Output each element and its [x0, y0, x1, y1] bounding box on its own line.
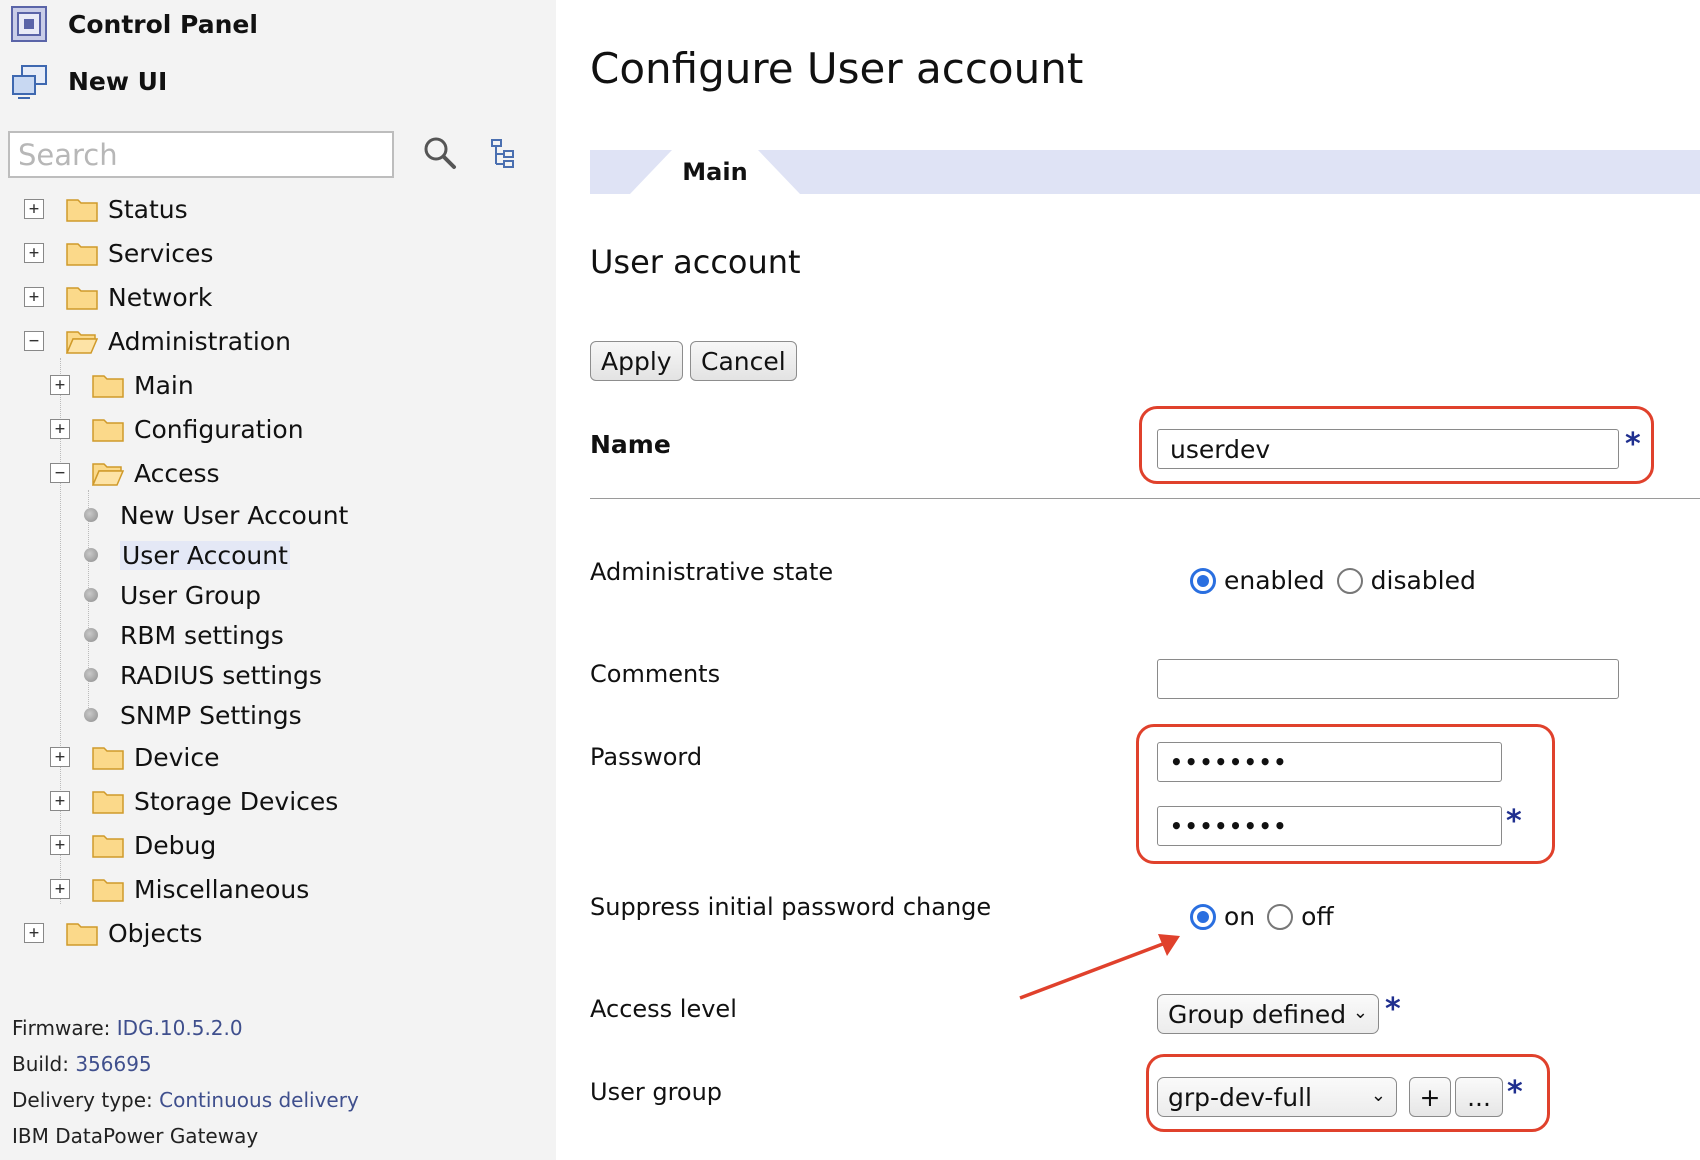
bullet-icon — [84, 508, 98, 522]
name-input[interactable]: userdev — [1157, 429, 1619, 469]
password-label: Password — [590, 743, 703, 771]
tree-leaf-snmp-settings[interactable]: SNMP Settings — [84, 697, 302, 733]
access-level-select[interactable]: Group defined ⌄ — [1157, 994, 1379, 1034]
tree-item-network[interactable]: + Network — [24, 277, 212, 317]
suppress-on-label: on — [1224, 902, 1256, 931]
expand-icon[interactable]: + — [24, 923, 44, 943]
chevron-down-icon: ⌄ — [1370, 1085, 1386, 1106]
folder-icon — [92, 747, 124, 770]
suppress-off-label: off — [1301, 902, 1334, 931]
tree-item-access[interactable]: − Access — [50, 453, 220, 493]
admin-state-enabled-label: enabled — [1224, 566, 1325, 595]
user-group-label: User group — [590, 1078, 723, 1106]
tree-item-storage-devices[interactable]: + Storage Devices — [50, 781, 338, 821]
tree-leaf-user-group[interactable]: User Group — [84, 577, 261, 613]
expand-icon[interactable]: + — [24, 243, 44, 263]
search-input[interactable] — [8, 131, 394, 178]
expand-icon[interactable]: + — [50, 747, 70, 767]
section-divider — [590, 498, 1700, 499]
admin-state-enabled-radio[interactable] — [1190, 567, 1216, 594]
new-ui-icon — [12, 65, 47, 99]
cancel-button[interactable]: Cancel — [690, 341, 797, 381]
folder-icon — [66, 199, 98, 222]
control-panel-label: Control Panel — [68, 9, 258, 39]
admin-state-disabled-label: disabled — [1370, 566, 1476, 595]
bullet-icon — [84, 708, 98, 722]
expand-icon[interactable]: + — [50, 375, 70, 395]
firmware-info: Firmware: IDG.10.5.2.0 — [12, 1016, 243, 1040]
required-marker: * — [1507, 1075, 1523, 1110]
delivery-info: Delivery type: Continuous delivery — [12, 1088, 359, 1112]
access-level-label: Access level — [590, 995, 737, 1023]
new-ui-link[interactable]: New UI — [10, 61, 167, 101]
new-ui-label: New UI — [68, 66, 168, 96]
tree-item-services[interactable]: + Services — [24, 233, 213, 273]
bullet-icon — [84, 668, 98, 682]
tree-view-icon[interactable] — [490, 138, 516, 168]
required-marker: * — [1385, 992, 1401, 1027]
folder-open-icon — [66, 331, 98, 354]
apply-button[interactable]: Apply — [590, 341, 683, 381]
folder-icon — [92, 375, 124, 398]
tab-main[interactable]: Main — [630, 150, 800, 194]
comments-input[interactable] — [1157, 659, 1619, 699]
tree-item-administration[interactable]: − Administration — [24, 321, 291, 361]
expand-icon[interactable]: + — [50, 835, 70, 855]
tree-leaf-radius-settings[interactable]: RADIUS settings — [84, 657, 322, 693]
browse-user-group-button[interactable]: ... — [1455, 1077, 1503, 1117]
product-name: IBM DataPower Gateway — [12, 1124, 259, 1148]
password-input[interactable]: •••••••• — [1157, 742, 1502, 782]
tree-item-device[interactable]: + Device — [50, 737, 220, 777]
tree-leaf-new-user-account[interactable]: New User Account — [84, 497, 348, 533]
control-panel-link[interactable]: Control Panel — [10, 4, 258, 44]
control-panel-icon — [11, 6, 47, 42]
suppress-off-radio[interactable] — [1267, 903, 1294, 930]
required-marker: * — [1506, 804, 1522, 839]
search-icon[interactable] — [422, 135, 458, 171]
expand-icon[interactable]: + — [24, 199, 44, 219]
tree-item-status[interactable]: + Status — [24, 189, 188, 229]
tree-item-debug[interactable]: + Debug — [50, 825, 216, 865]
suppress-password-change-label: Suppress initial password change — [590, 893, 992, 921]
expand-icon[interactable]: + — [50, 419, 70, 439]
tree-leaf-user-account[interactable]: User Account — [84, 537, 290, 573]
expand-icon[interactable]: + — [50, 879, 70, 899]
comments-label: Comments — [590, 660, 721, 688]
folder-icon — [66, 243, 98, 266]
tree-item-objects[interactable]: + Objects — [24, 913, 202, 953]
bullet-icon — [84, 548, 98, 562]
name-label: Name — [590, 430, 671, 459]
tree-item-configuration[interactable]: + Configuration — [50, 409, 304, 449]
folder-open-icon — [92, 463, 124, 486]
bullet-icon — [84, 628, 98, 642]
required-marker: * — [1625, 427, 1641, 462]
admin-state-disabled-radio[interactable] — [1336, 567, 1363, 594]
folder-icon — [92, 419, 124, 442]
confirm-password-input[interactable]: •••••••• — [1157, 806, 1502, 846]
sidebar: Control Panel New UI + Status + Services — [0, 0, 556, 1160]
folder-icon — [92, 835, 124, 858]
add-user-group-button[interactable]: + — [1409, 1077, 1451, 1117]
tab-bar: Main — [590, 150, 1700, 194]
suppress-radios: on off — [1190, 902, 1334, 931]
page-title: Configure User account — [590, 44, 1084, 93]
user-group-select[interactable]: grp-dev-full ⌄ — [1157, 1077, 1397, 1117]
folder-icon — [66, 923, 98, 946]
tree-leaf-rbm-settings[interactable]: RBM settings — [84, 617, 284, 653]
section-title: User account — [590, 243, 801, 281]
bullet-icon — [84, 588, 98, 602]
collapse-icon[interactable]: − — [50, 463, 70, 483]
chevron-down-icon: ⌄ — [1352, 1002, 1368, 1023]
collapse-icon[interactable]: − — [24, 331, 44, 351]
admin-state-radios: enabled disabled — [1190, 566, 1476, 595]
admin-state-label: Administrative state — [590, 558, 834, 586]
tree-item-miscellaneous[interactable]: + Miscellaneous — [50, 869, 309, 909]
folder-icon — [66, 287, 98, 310]
tree-item-main[interactable]: + Main — [50, 365, 194, 405]
folder-icon — [92, 791, 124, 814]
folder-icon — [92, 879, 124, 902]
build-info: Build: 356695 — [12, 1052, 152, 1076]
expand-icon[interactable]: + — [24, 287, 44, 307]
expand-icon[interactable]: + — [50, 791, 70, 811]
